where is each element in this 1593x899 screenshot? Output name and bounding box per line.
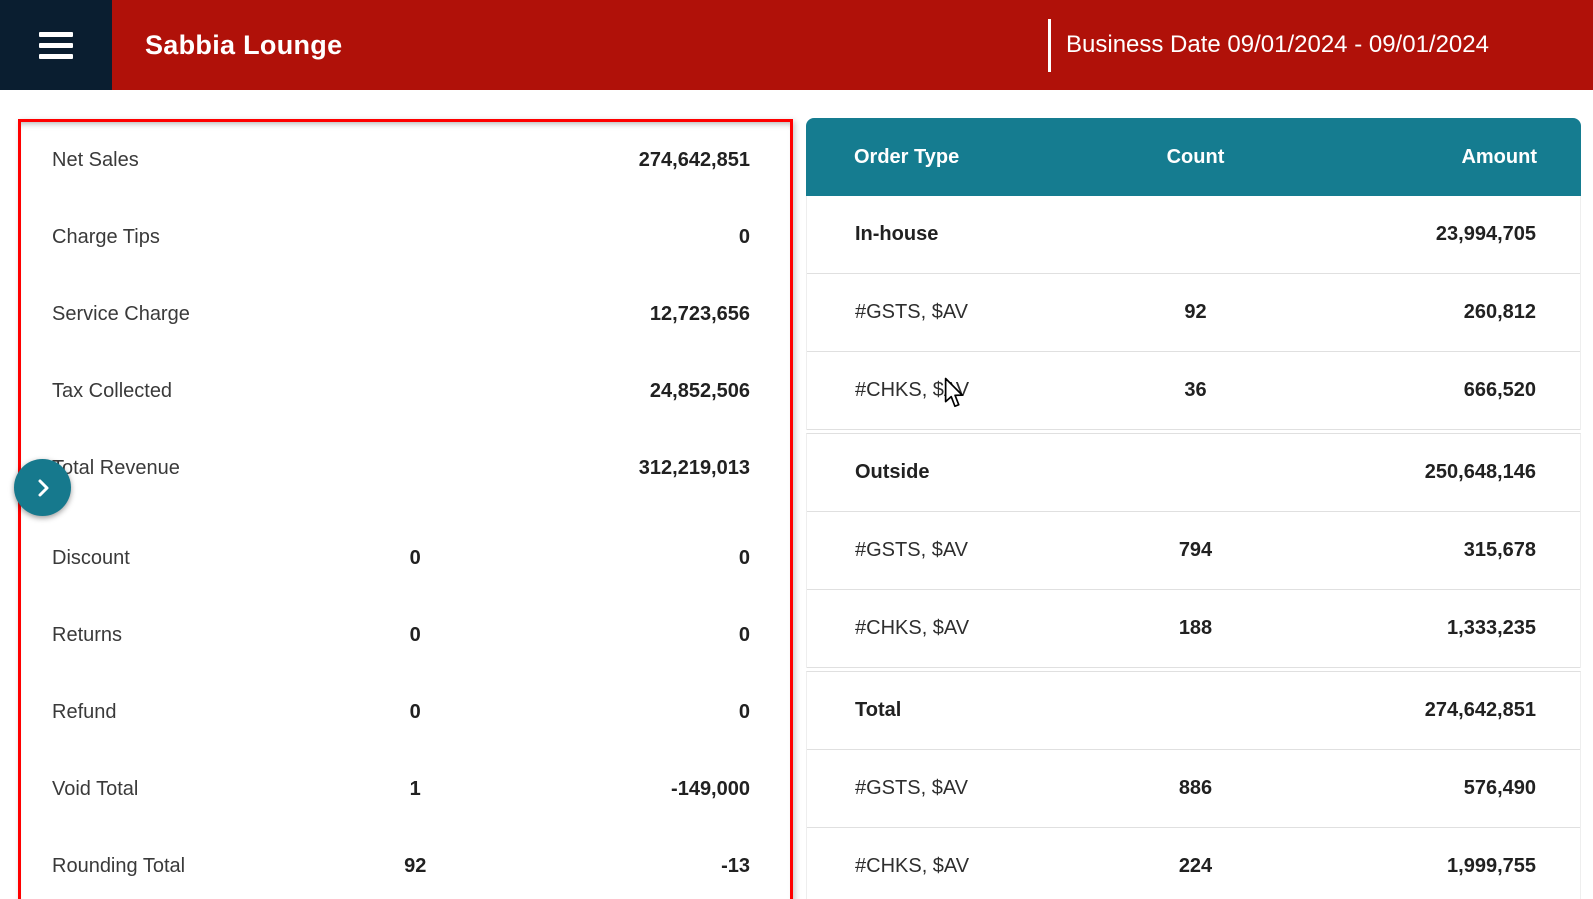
summary-row: Returns 0 0 [52, 597, 750, 674]
hamburger-menu-icon [39, 26, 73, 65]
summary-amount: -149,000 [465, 778, 750, 801]
metric-label: #CHKS, $AV [855, 379, 1126, 402]
table-row: In-house 23,994,705 [807, 196, 1580, 274]
summary-label: Returns [52, 624, 365, 647]
summary-amount: 24,852,506 [465, 380, 750, 403]
expand-panel-button[interactable] [14, 459, 71, 516]
metric-label: #CHKS, $AV [855, 617, 1126, 640]
summary-row: Void Total 1 -149,000 [52, 751, 750, 828]
summary-amount: -13 [465, 855, 750, 878]
column-header-amount: Amount [1266, 146, 1538, 169]
business-date-label[interactable]: Business Date 09/01/2024 - 09/01/2024 [1066, 31, 1489, 59]
summary-count: 0 [365, 701, 465, 724]
table-group-in-house: In-house 23,994,705 #GSTS, $AV 92 260,81… [806, 196, 1581, 430]
table-row: Outside 250,648,146 [807, 434, 1580, 512]
summary-amount: 0 [465, 624, 750, 647]
order-type-name: In-house [855, 223, 1126, 246]
summary-amount: 0 [465, 701, 750, 724]
metric-label: #GSTS, $AV [855, 539, 1126, 562]
summary-count: 92 [365, 855, 465, 878]
summary-label: Net Sales [52, 149, 365, 172]
summary-amount: 0 [465, 226, 750, 249]
summary-count: 1 [365, 778, 465, 801]
summary-amount: 0 [465, 547, 750, 570]
order-type-amount: 23,994,705 [1266, 223, 1537, 246]
summary-amount: 312,219,013 [465, 457, 750, 480]
summary-label: Void Total [52, 778, 365, 801]
summary-row: Net Sales 274,642,851 [52, 122, 750, 199]
column-header-order-type: Order Type [854, 146, 1126, 169]
menu-button[interactable] [0, 0, 112, 90]
metric-amount: 1,333,235 [1266, 617, 1537, 640]
summary-label: Tax Collected [52, 380, 365, 403]
metric-count: 36 [1126, 379, 1266, 402]
table-row: #CHKS, $AV 36 666,520 [807, 352, 1580, 430]
sales-summary-panel: Net Sales 274,642,851 Charge Tips 0 Serv… [18, 119, 793, 899]
summary-row: Service Charge 12,723,656 [52, 276, 750, 353]
summary-label: Total Revenue [52, 457, 365, 480]
metric-amount: 315,678 [1266, 539, 1537, 562]
metric-label: #CHKS, $AV [855, 855, 1126, 878]
summary-section-adjustments: Discount 0 0 Returns 0 0 Refund 0 0 Void… [52, 520, 750, 899]
metric-amount: 666,520 [1266, 379, 1537, 402]
table-header: Order Type Count Amount [806, 118, 1581, 196]
summary-count: 0 [365, 547, 465, 570]
order-type-name: Total [855, 699, 1126, 722]
header-divider [1048, 19, 1051, 72]
metric-label: #GSTS, $AV [855, 301, 1126, 324]
metric-count: 188 [1126, 617, 1266, 640]
summary-label: Refund [52, 701, 365, 724]
table-group-total: Total 274,642,851 #GSTS, $AV 886 576,490… [806, 671, 1581, 899]
summary-label: Rounding Total [52, 855, 365, 878]
metric-count: 794 [1126, 539, 1266, 562]
order-type-amount: 250,648,146 [1266, 461, 1537, 484]
order-type-name: Outside [855, 461, 1126, 484]
table-row: Total 274,642,851 [807, 672, 1580, 750]
summary-row: Discount 0 0 [52, 520, 750, 597]
summary-amount: 274,642,851 [465, 149, 750, 172]
summary-row: Tax Collected 24,852,506 [52, 353, 750, 430]
table-row: #GSTS, $AV 794 315,678 [807, 512, 1580, 590]
summary-label: Service Charge [52, 303, 365, 326]
summary-row: Charge Tips 0 [52, 199, 750, 276]
metric-count: 92 [1126, 301, 1266, 324]
summary-count: 0 [365, 624, 465, 647]
column-header-count: Count [1126, 146, 1266, 169]
metric-amount: 1,999,755 [1266, 855, 1537, 878]
metric-count: 886 [1126, 777, 1266, 800]
table-row: #CHKS, $AV 224 1,999,755 [807, 828, 1580, 899]
table-row: #CHKS, $AV 188 1,333,235 [807, 590, 1580, 668]
summary-row: Refund 0 0 [52, 674, 750, 751]
summary-row: Total Revenue 312,219,013 [52, 430, 750, 507]
header-right: Business Date 09/01/2024 - 09/01/2024 [1048, 0, 1489, 90]
page-title: Sabbia Lounge [145, 30, 342, 61]
metric-label: #GSTS, $AV [855, 777, 1126, 800]
table-row: #GSTS, $AV 886 576,490 [807, 750, 1580, 828]
metric-amount: 576,490 [1266, 777, 1537, 800]
table-row: #GSTS, $AV 92 260,812 [807, 274, 1580, 352]
summary-section-revenue: Net Sales 274,642,851 Charge Tips 0 Serv… [52, 122, 750, 507]
app-header: Sabbia Lounge Business Date 09/01/2024 -… [0, 0, 1593, 90]
chevron-right-icon [32, 477, 54, 499]
table-group-outside: Outside 250,648,146 #GSTS, $AV 794 315,6… [806, 433, 1581, 668]
summary-label: Charge Tips [52, 226, 365, 249]
order-type-table: Order Type Count Amount In-house 23,994,… [806, 118, 1581, 899]
summary-label: Discount [52, 547, 365, 570]
summary-amount: 12,723,656 [465, 303, 750, 326]
summary-row: Rounding Total 92 -13 [52, 828, 750, 899]
order-type-amount: 274,642,851 [1266, 699, 1537, 722]
metric-amount: 260,812 [1266, 301, 1537, 324]
metric-count: 224 [1126, 855, 1266, 878]
